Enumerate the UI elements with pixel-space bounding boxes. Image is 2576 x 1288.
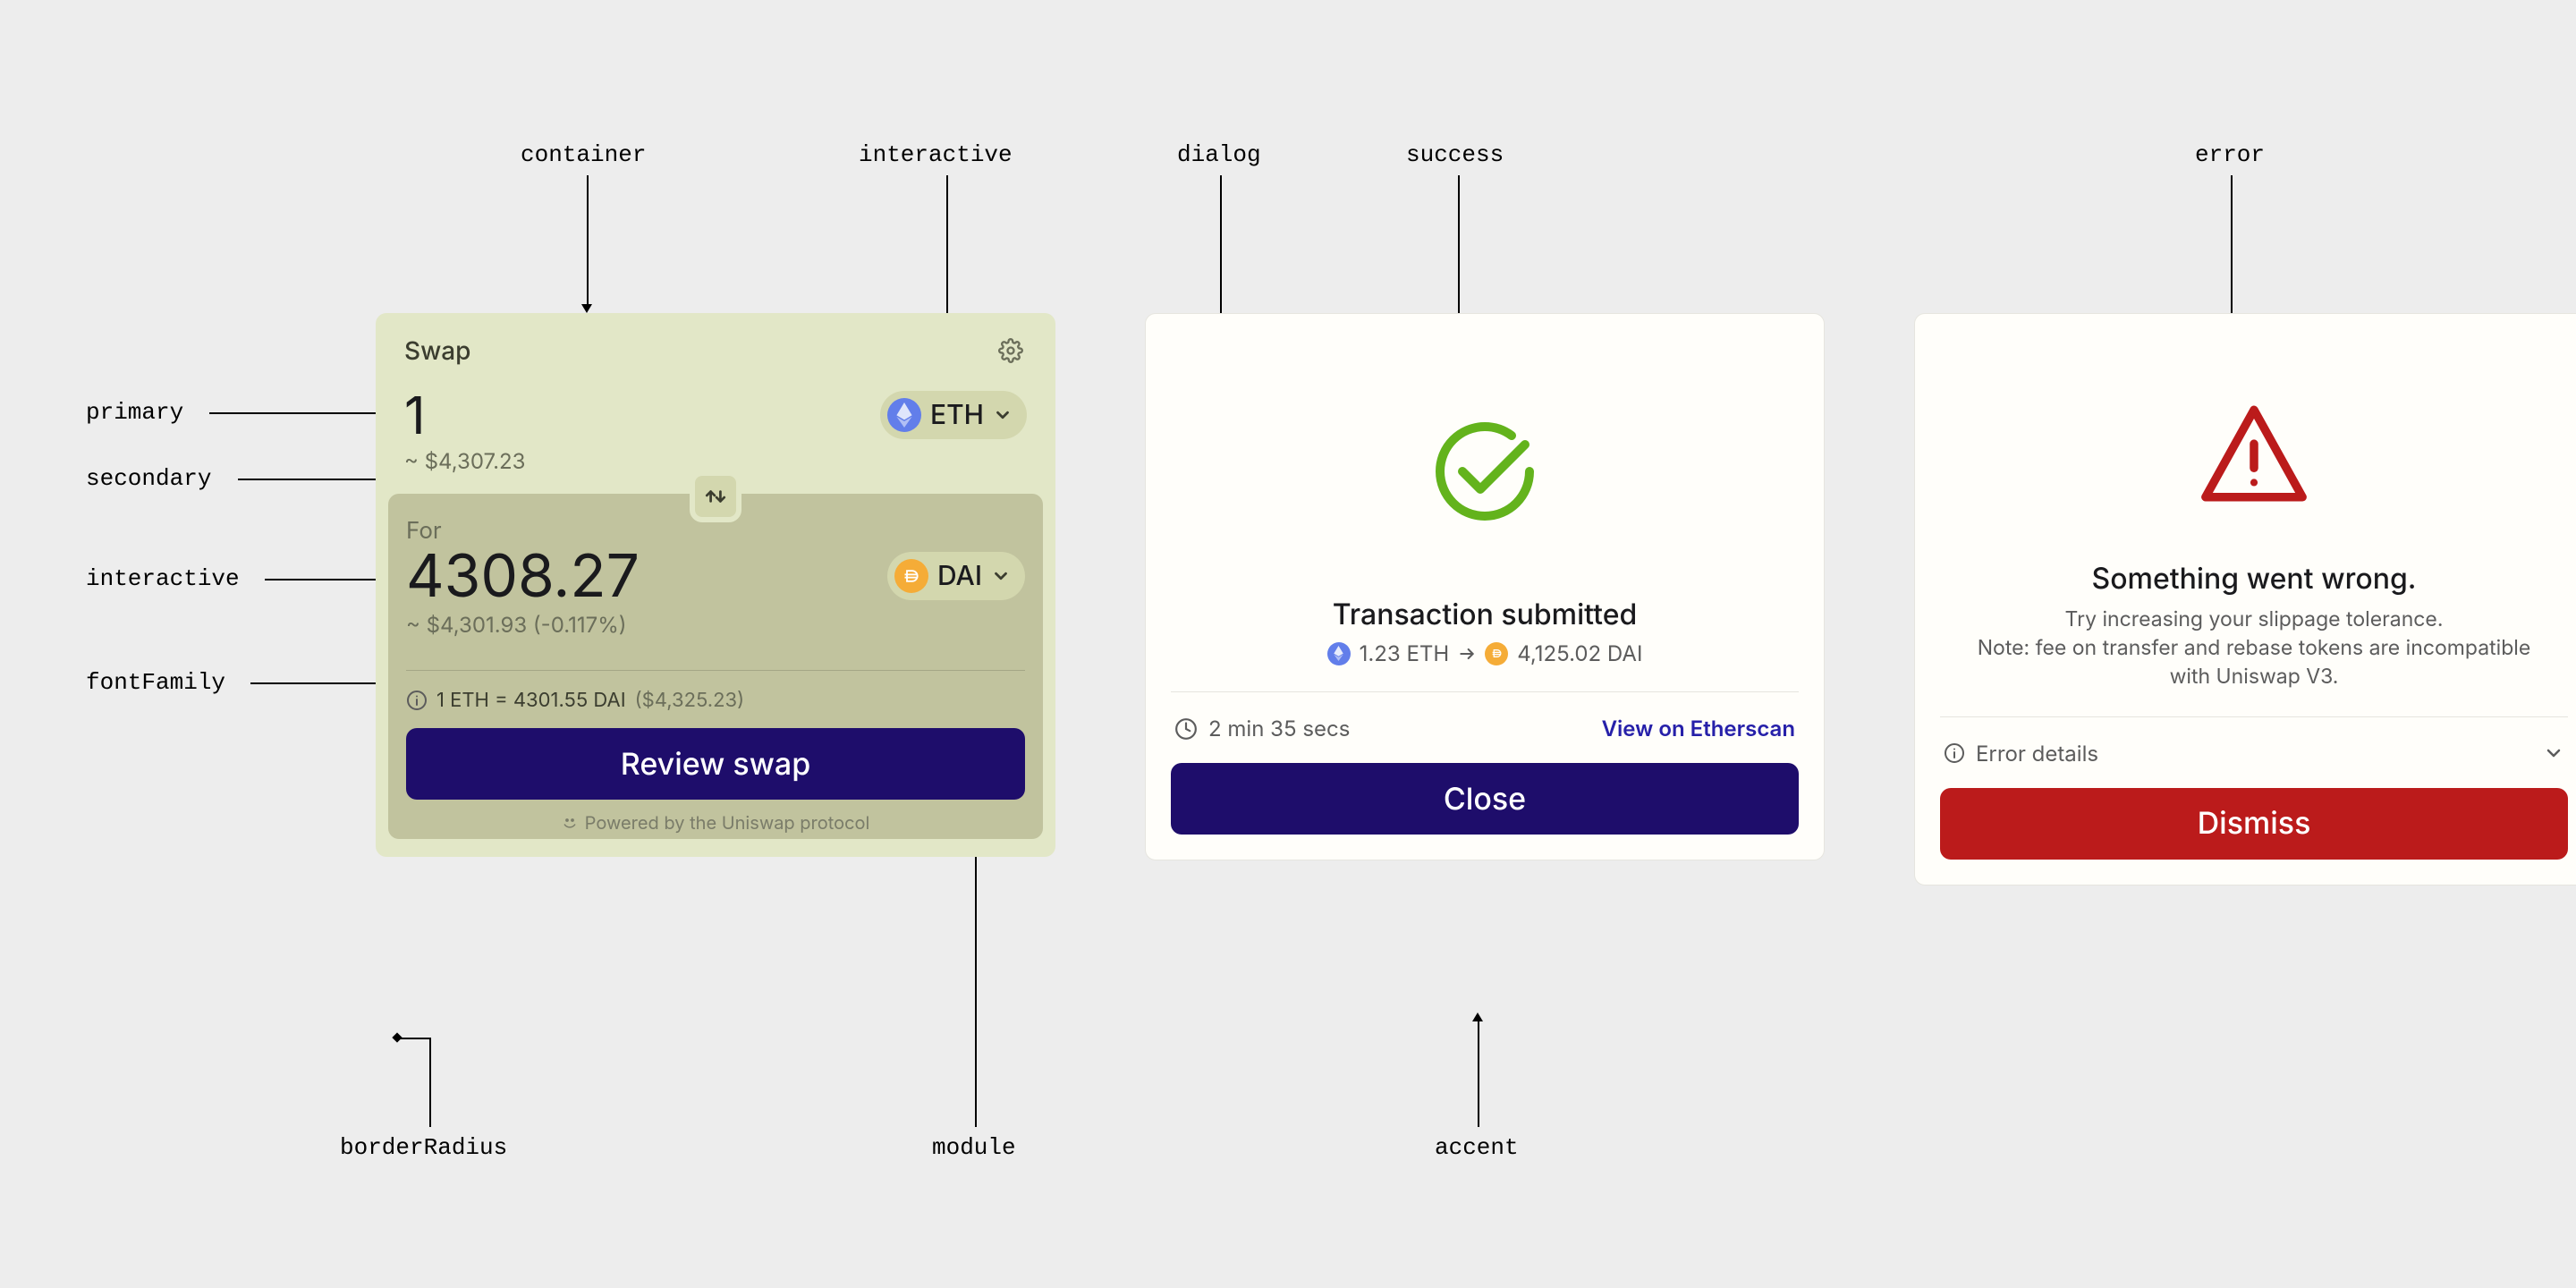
leader-line [1478, 1021, 1479, 1127]
swap-to-row: 4308.27 DAI ~ $4,301.93 (-0.117%) [388, 545, 1043, 654]
check-circle-icon [1431, 418, 1538, 525]
annotation-secondary: secondary [86, 465, 211, 492]
arrow-right-icon [1458, 645, 1476, 663]
success-icon-wrap [1171, 346, 1799, 570]
powered-by-text: Powered by the Uniswap protocol [585, 812, 870, 834]
dismiss-button[interactable]: Dismiss [1940, 788, 2568, 860]
leader-line [429, 1038, 431, 1127]
annotation-module: module [932, 1134, 1016, 1161]
leader-line [250, 682, 377, 684]
annotation-border-radius: borderRadius [340, 1134, 507, 1161]
swap-module: For 4308.27 DAI ~ $4,301.93 (-0.117%) 1 … [388, 494, 1043, 839]
success-to-amount: 4,125.02 DAI [1517, 640, 1642, 666]
swap-rate-text: 1 ETH = 4301.55 DAI [436, 689, 626, 712]
annotation-error: error [2195, 141, 2265, 168]
eth-icon [1327, 642, 1351, 665]
swap-rate-usd: ($4,325.23) [635, 689, 745, 712]
success-title: Transaction submitted [1171, 597, 1799, 631]
swap-title: Swap [404, 335, 470, 366]
leader-line [209, 412, 377, 414]
elapsed-text: 2 min 35 secs [1208, 716, 1350, 741]
info-icon [1944, 742, 1965, 764]
alert-triangle-icon [2196, 400, 2312, 507]
swap-rate-row: 1 ETH = 4301.55 DAI ($4,325.23) [406, 670, 1025, 712]
review-swap-button[interactable]: Review swap [406, 728, 1025, 800]
from-token-selector[interactable]: ETH [880, 391, 1027, 439]
eth-icon [887, 398, 921, 432]
view-on-etherscan-link[interactable]: View on Etherscan [1602, 716, 1795, 741]
gear-icon [998, 338, 1023, 363]
swap-from-line: 1 ETH [404, 388, 1027, 443]
settings-button[interactable] [995, 335, 1027, 367]
error-icon-wrap [1940, 346, 2568, 534]
success-from-amount: 1.23 ETH [1360, 640, 1450, 666]
leader-line [975, 814, 977, 1127]
annotation-interactive-mid: interactive [86, 565, 240, 592]
annotation-success: success [1406, 141, 1504, 168]
success-dialog: Transaction submitted 1.23 ETH 4,125.02 … [1145, 313, 1825, 860]
annotation-interactive-top: interactive [859, 141, 1013, 168]
swap-to-line: 4308.27 DAI [406, 545, 1025, 606]
leader-dot [392, 1032, 402, 1042]
leader-line [238, 479, 377, 480]
swap-to-usd: ~ $4,301.93 (-0.117%) [406, 612, 1025, 638]
swap-direction-button[interactable] [690, 470, 741, 522]
clock-icon [1174, 717, 1198, 741]
chevron-down-icon [993, 405, 1013, 425]
error-body: Try increasing your slippage tolerance. … [1940, 605, 2568, 691]
annotation-accent: accent [1435, 1134, 1519, 1161]
from-token-symbol: ETH [930, 399, 984, 431]
to-token-selector[interactable]: DAI [887, 552, 1025, 600]
leader-line [1220, 175, 1222, 336]
info-icon [406, 690, 428, 711]
success-subline: 1.23 ETH 4,125.02 DAI [1171, 640, 1799, 666]
swap-header: Swap [376, 335, 1055, 383]
error-dialog: Something went wrong. Try increasing you… [1914, 313, 2576, 886]
elapsed-time: 2 min 35 secs [1174, 716, 1350, 741]
arrow-down-icon [581, 304, 592, 313]
close-button[interactable]: Close [1171, 763, 1799, 835]
error-details-toggle[interactable]: Error details [1940, 716, 2568, 767]
swap-to-amount: 4308.27 [406, 545, 640, 606]
annotation-font-family: fontFamily [86, 669, 225, 696]
swap-from-amount[interactable]: 1 [404, 388, 426, 443]
annotation-dialog: dialog [1177, 141, 1261, 168]
arrow-up-icon [1472, 1013, 1483, 1021]
success-meta-row: 2 min 35 secs View on Etherscan [1171, 691, 1799, 741]
leader-line [587, 175, 589, 305]
error-title: Something went wrong. [1940, 561, 2568, 596]
swap-arrows-icon [704, 485, 727, 508]
to-token-symbol: DAI [937, 560, 982, 592]
dai-icon [894, 559, 928, 593]
error-details-label: Error details [1976, 741, 2098, 767]
chevron-down-icon [991, 566, 1011, 586]
annotation-primary: primary [86, 399, 183, 426]
annotation-container: container [521, 141, 646, 168]
swap-container: Swap 1 ETH ~ $4,307.23 For [376, 313, 1055, 857]
powered-by-label: Powered by the Uniswap protocol [388, 812, 1043, 839]
uniswap-icon [562, 815, 578, 831]
chevron-down-icon [2543, 742, 2564, 764]
error-details-left: Error details [1944, 741, 2098, 767]
dai-icon [1485, 642, 1508, 665]
